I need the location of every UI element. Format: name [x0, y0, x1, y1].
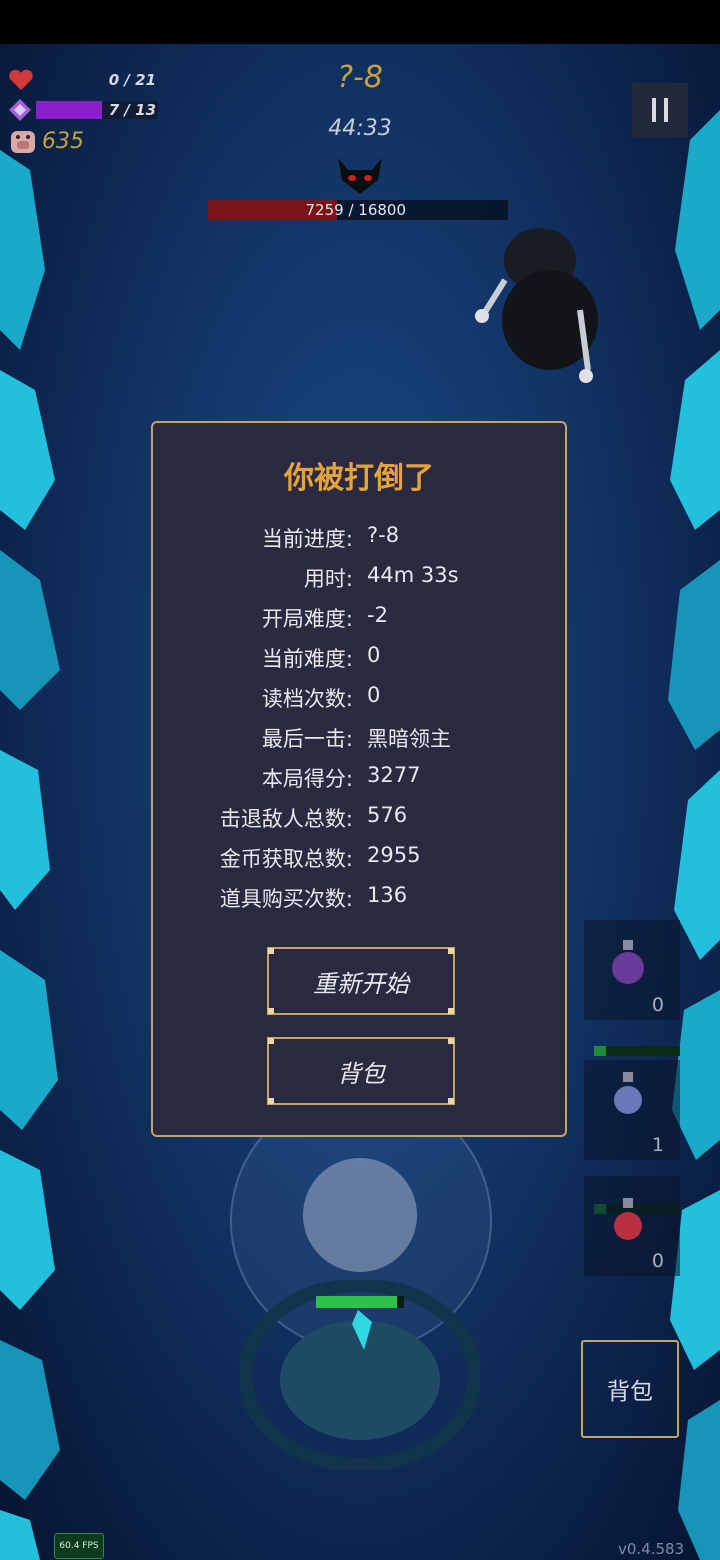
potion-icon: [612, 940, 644, 984]
item-count: 0: [651, 1250, 664, 1272]
fps-counter: 60.4 FPS: [54, 1533, 104, 1559]
item-slot-1[interactable]: 0: [584, 920, 680, 1020]
stat-value: ?-8: [367, 523, 400, 547]
potion-icon: [614, 1072, 642, 1114]
item-cooldown-bar: [594, 1046, 680, 1056]
stat-value: 136: [367, 883, 408, 907]
stat-row: 本局得分: 3277: [153, 763, 565, 803]
stat-label: 读档次数:: [261, 687, 353, 711]
pig-icon: [11, 131, 35, 153]
stat-value: -2: [367, 603, 388, 627]
mana-row: [8, 98, 32, 122]
pause-icon: [652, 98, 668, 122]
stat-label: 金币获取总数:: [219, 847, 353, 871]
defeat-dialog: 你被打倒了 当前进度: ?-8 用时: 44m 33s 开局难度: -2 当前难度: 0 读档次…: [151, 421, 567, 1137]
stat-label: 当前难度:: [261, 647, 353, 671]
health-bar: 0 / 21: [36, 71, 158, 89]
pause-button[interactable]: [632, 83, 688, 137]
boss-health-bar: 7259 / 16800: [208, 200, 508, 220]
item-slot-2[interactable]: 1: [584, 1060, 680, 1160]
stat-row: 读档次数: 0: [153, 683, 565, 723]
health-text: 0 / 21: [108, 71, 156, 89]
dialog-title: 你被打倒了: [284, 461, 434, 496]
item-slot-3[interactable]: 0: [584, 1176, 680, 1276]
stat-row: 道具购买次数: 136: [153, 883, 565, 923]
game-scene: 0 / 21 7 / 13 635 ?-8 44:33 7259 / 16800: [0, 0, 720, 1560]
coin-row: 635: [8, 126, 84, 156]
item-count: 0: [651, 994, 664, 1016]
boss-health-text: 7259 / 16800: [305, 201, 406, 219]
stat-value: 44m 33s: [367, 563, 459, 587]
bag-dialog-button[interactable]: 背包: [267, 1037, 455, 1105]
coin-count: 635: [42, 128, 84, 154]
stat-value: 3277: [367, 763, 421, 787]
version-label: v0.4.583: [618, 1540, 685, 1558]
status-bar: [0, 0, 720, 44]
diamond-icon: [9, 99, 31, 121]
player-health-bar: [316, 1296, 404, 1308]
restart-label: 重新开始: [313, 969, 409, 998]
stat-row: 用时: 44m 33s: [153, 563, 565, 603]
stat-value: 黑暗领主: [367, 727, 451, 751]
stage-label: ?-8: [337, 60, 383, 95]
boss-head-icon: [338, 158, 382, 194]
timer-label: 44:33: [328, 116, 392, 141]
stat-label: 当前进度:: [261, 527, 353, 551]
player-platform: [240, 1280, 480, 1470]
stat-row: 金币获取总数: 2955: [153, 843, 565, 883]
item-count: 1: [651, 1134, 664, 1156]
stat-row: 击退敌人总数: 576: [153, 803, 565, 843]
stat-label: 道具购买次数:: [219, 887, 353, 911]
stat-label: 击退敌人总数:: [219, 807, 353, 831]
joystick-knob[interactable]: [303, 1158, 417, 1272]
restart-button[interactable]: 重新开始: [267, 947, 455, 1015]
stat-label: 用时:: [303, 567, 353, 591]
stat-value: 0: [367, 683, 381, 707]
stat-row: 当前难度: 0: [153, 643, 565, 683]
potion-icon: [614, 1198, 642, 1240]
crystal-wall-left: [0, 150, 60, 1560]
bag-button[interactable]: 背包: [581, 1340, 679, 1438]
stat-label: 最后一击:: [261, 727, 353, 751]
stat-row: 当前进度: ?-8: [153, 523, 565, 563]
mana-bar: 7 / 13: [36, 101, 158, 119]
stat-value: 576: [367, 803, 408, 827]
stat-label: 开局难度:: [261, 607, 353, 631]
stat-row: 开局难度: -2: [153, 603, 565, 643]
bag-dialog-label: 背包: [337, 1059, 385, 1088]
boss-sprite: [475, 228, 598, 383]
stat-label: 本局得分:: [261, 767, 353, 791]
heart-icon: [9, 69, 33, 90]
stat-value: 2955: [367, 843, 421, 867]
mana-fill: [36, 101, 102, 119]
health-row: [8, 68, 34, 92]
mana-text: 7 / 13: [108, 101, 156, 119]
stat-value: 0: [367, 643, 381, 667]
stat-row: 最后一击: 黑暗领主: [153, 723, 565, 763]
